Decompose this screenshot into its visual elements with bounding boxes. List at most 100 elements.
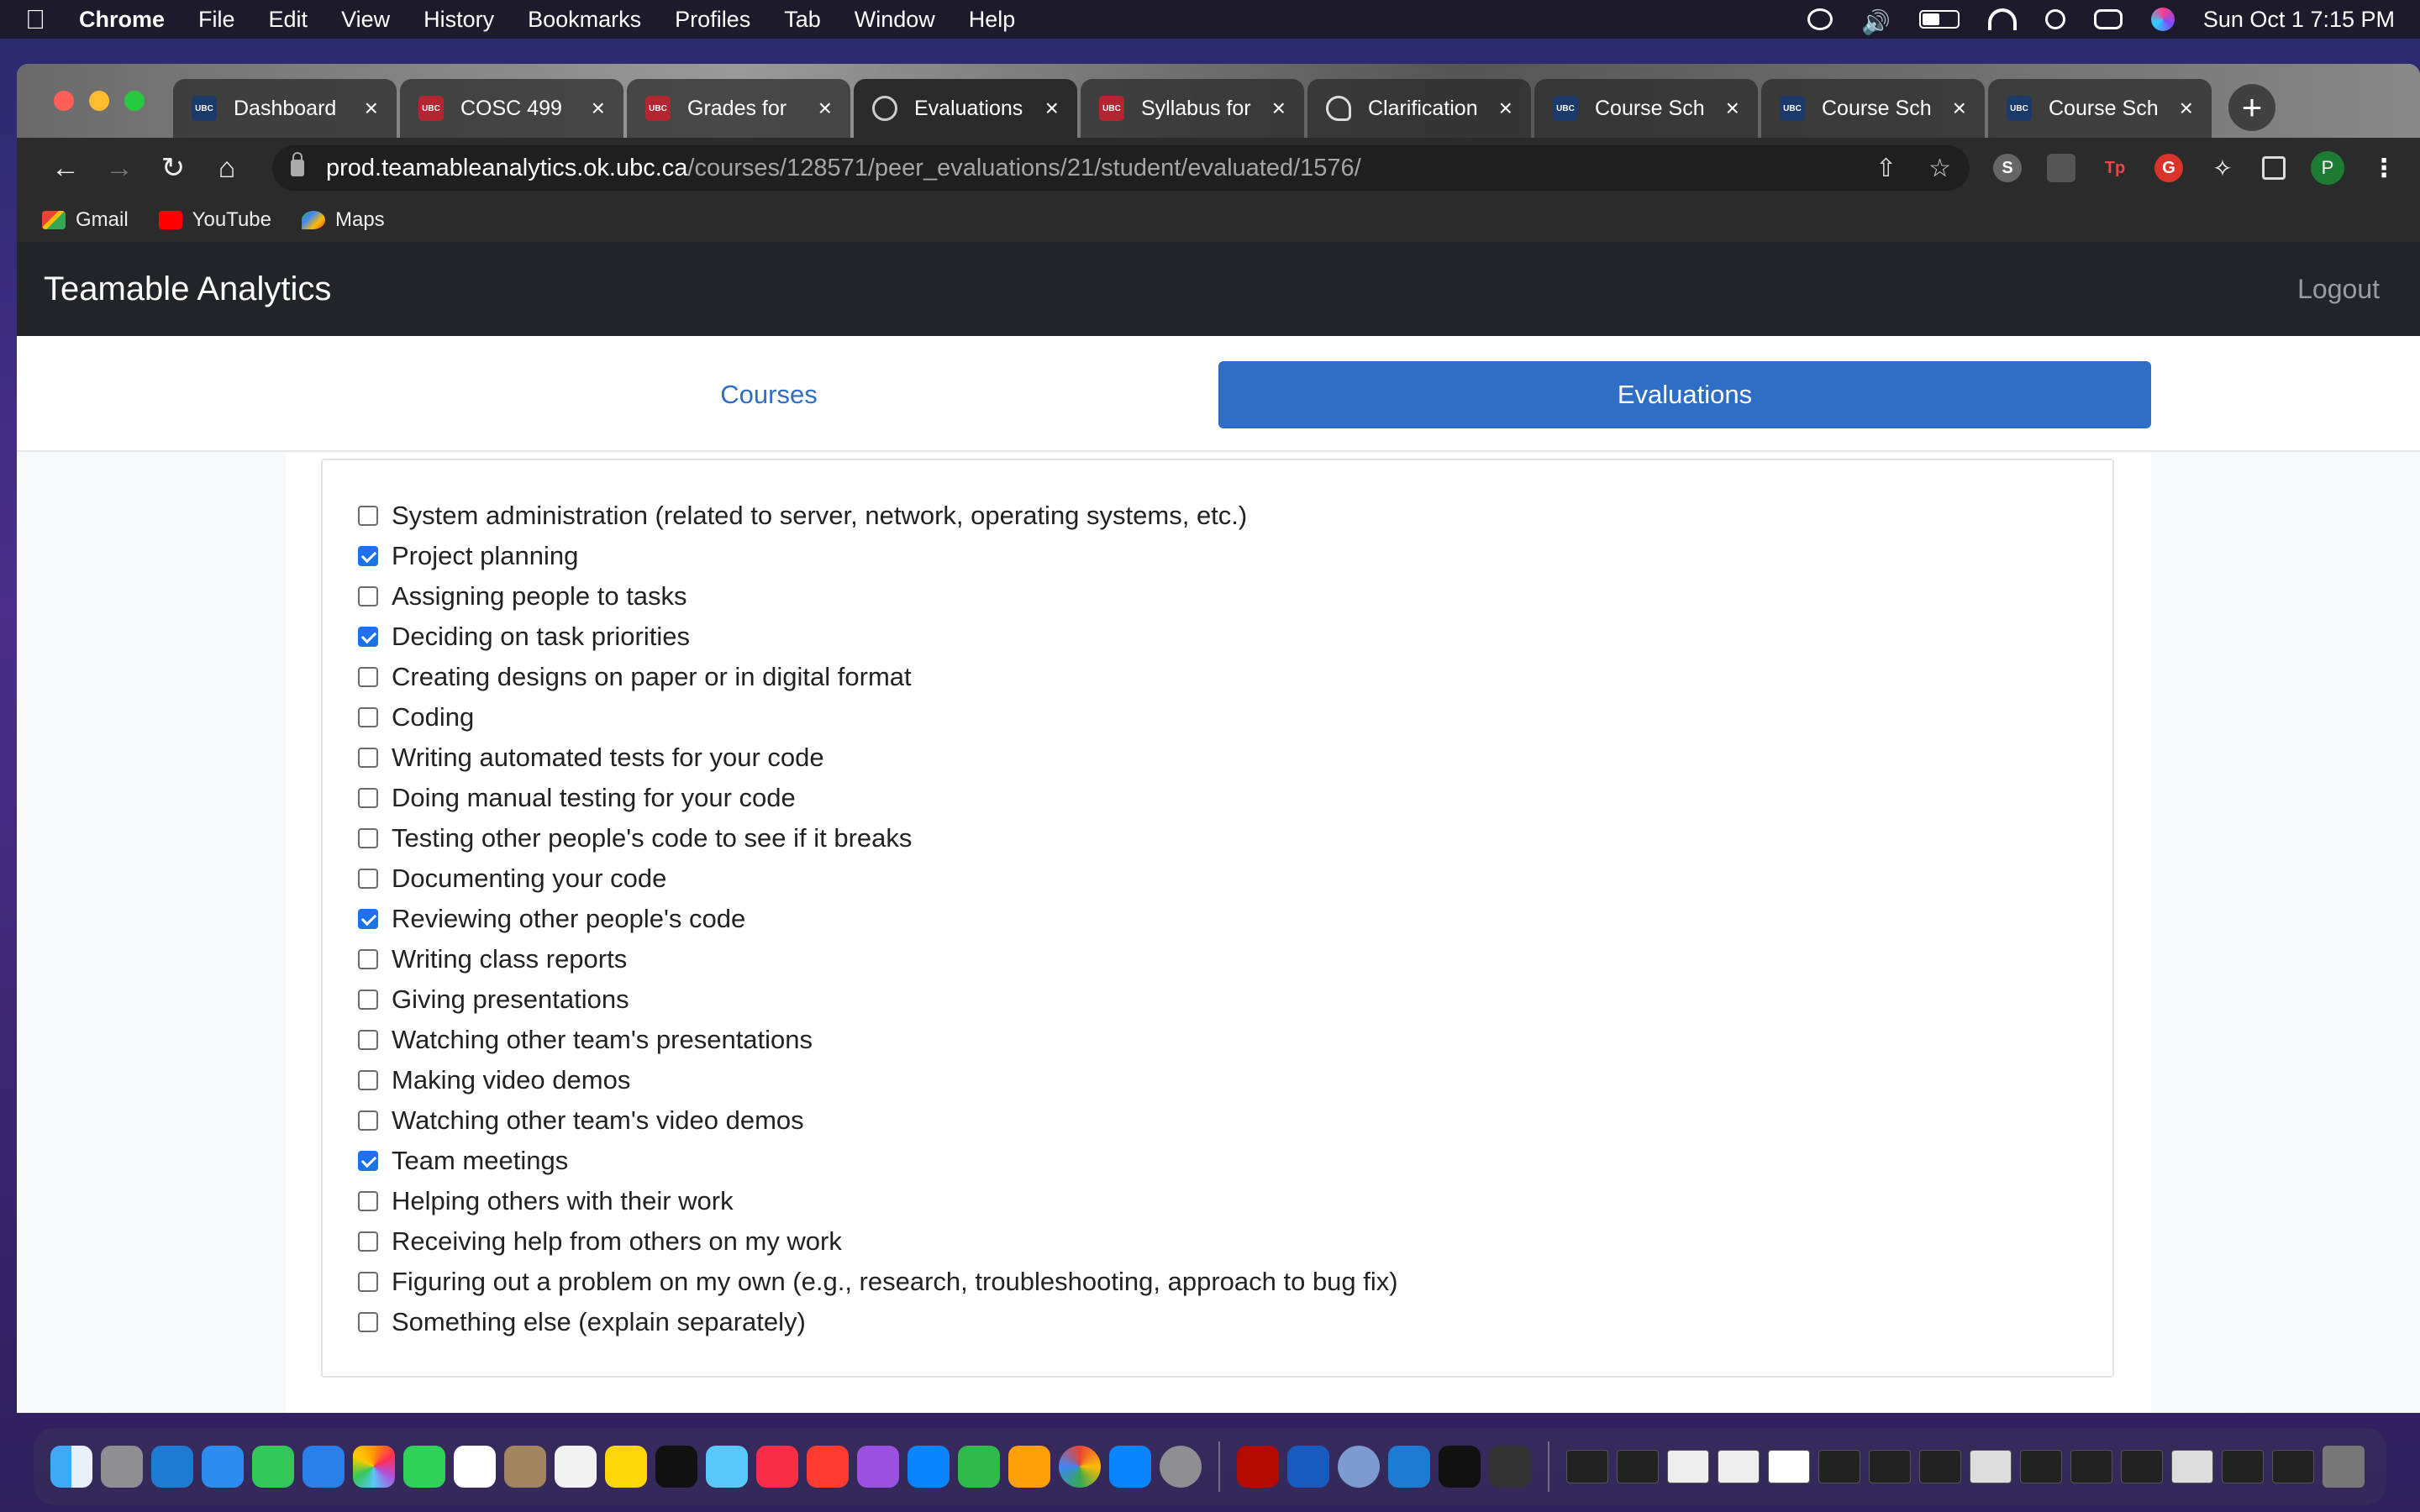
checkbox[interactable] <box>358 748 378 768</box>
menu-view[interactable]: View <box>341 7 390 33</box>
control-center-icon[interactable] <box>2093 9 2123 29</box>
mail-icon[interactable] <box>302 1446 345 1488</box>
app-icon[interactable] <box>1489 1446 1531 1488</box>
shield-extension-icon[interactable] <box>2047 154 2075 182</box>
bookmark-youtube[interactable]: YouTube <box>158 208 271 232</box>
tab-course-schedule-3[interactable]: UBC Course Sch × <box>1988 79 2212 138</box>
minimized-window[interactable] <box>1970 1450 2012 1483</box>
launchpad-icon[interactable] <box>101 1446 143 1488</box>
checkbox[interactable] <box>358 1030 378 1050</box>
activity-option[interactable]: Writing class reports <box>358 939 1398 979</box>
minimized-window[interactable] <box>2070 1450 2112 1483</box>
minimized-window[interactable] <box>1667 1450 1709 1483</box>
word-icon[interactable] <box>1287 1446 1329 1488</box>
photos-icon[interactable] <box>353 1446 395 1488</box>
activity-option[interactable]: Watching other team's video demos <box>358 1100 1398 1141</box>
spotlight-search-icon[interactable] <box>2044 9 2065 29</box>
checkbox[interactable] <box>358 788 378 808</box>
numbers-icon[interactable] <box>958 1446 1000 1488</box>
menu-file[interactable]: File <box>198 7 235 33</box>
activity-option[interactable]: Assigning people to tasks <box>358 576 1398 617</box>
tab-evaluations[interactable]: Evaluations × <box>854 79 1077 138</box>
minimized-window[interactable] <box>1869 1450 1911 1483</box>
tab-close-icon[interactable]: × <box>1953 95 1966 122</box>
activity-option[interactable]: Figuring out a problem on my own (e.g., … <box>358 1262 1398 1302</box>
minimized-window[interactable] <box>1718 1450 1760 1483</box>
menu-profiles[interactable]: Profiles <box>675 7 750 33</box>
activity-option[interactable]: Giving presentations <box>358 979 1398 1020</box>
checkbox[interactable] <box>358 667 378 687</box>
terminal-icon[interactable] <box>1439 1446 1481 1488</box>
tab-close-icon[interactable]: × <box>365 95 378 122</box>
activity-option[interactable]: Team meetings <box>358 1141 1398 1181</box>
activity-option[interactable]: System administration (related to server… <box>358 496 1398 536</box>
music-icon[interactable] <box>756 1446 798 1488</box>
activity-option[interactable]: Something else (explain separately) <box>358 1302 1398 1342</box>
activity-option[interactable]: Watching other team's presentations <box>358 1020 1398 1060</box>
minimized-window[interactable] <box>2171 1450 2213 1483</box>
lock-icon[interactable] <box>291 152 304 176</box>
keynote-icon[interactable] <box>908 1446 950 1488</box>
notes-icon[interactable] <box>605 1446 647 1488</box>
minimized-window[interactable] <box>2020 1450 2062 1483</box>
menu-history[interactable]: History <box>424 7 494 33</box>
vscode-icon[interactable] <box>1388 1446 1430 1488</box>
maps-app-icon[interactable] <box>706 1446 748 1488</box>
activity-option[interactable]: Documenting your code <box>358 858 1398 899</box>
tab-close-icon[interactable]: × <box>1726 95 1739 122</box>
calendar-icon[interactable] <box>454 1446 496 1488</box>
tab-course-schedule-1[interactable]: UBC Course Sch × <box>1534 79 1758 138</box>
contacts-icon[interactable] <box>504 1446 546 1488</box>
apple-tv-icon[interactable] <box>655 1446 697 1488</box>
checkbox[interactable] <box>358 1191 378 1211</box>
bookmark-star-icon[interactable]: ☆ <box>1928 154 1951 183</box>
tab-close-icon[interactable]: × <box>1499 95 1512 122</box>
activity-option[interactable]: Deciding on task priorities <box>358 617 1398 657</box>
bookmark-gmail[interactable]: Gmail <box>42 208 129 232</box>
apple-menu-icon[interactable]:  <box>25 4 45 35</box>
tab-grades[interactable]: UBC Grades for × <box>627 79 850 138</box>
minimized-window[interactable] <box>2272 1450 2314 1483</box>
menu-bookmarks[interactable]: Bookmarks <box>528 7 641 33</box>
battery-icon[interactable] <box>1918 10 1960 29</box>
r-icon[interactable] <box>1338 1446 1380 1488</box>
system-settings-icon[interactable] <box>1160 1446 1202 1488</box>
checkbox-checked[interactable] <box>358 627 378 647</box>
checkbox[interactable] <box>358 1272 378 1292</box>
finder-icon[interactable] <box>50 1446 92 1488</box>
checkbox-checked[interactable] <box>358 1151 378 1171</box>
minimize-window-button[interactable] <box>89 91 109 111</box>
activity-option[interactable]: Doing manual testing for your code <box>358 778 1398 818</box>
activity-option[interactable]: Creating designs on paper or in digital … <box>358 657 1398 697</box>
chrome-icon[interactable] <box>1059 1446 1101 1488</box>
wifi-icon[interactable] <box>1987 8 2017 30</box>
checkbox[interactable] <box>358 1312 378 1332</box>
kebab-menu-icon[interactable]: ⋮ <box>2370 154 2398 182</box>
siri-icon[interactable] <box>2150 8 2175 31</box>
tab-dashboard[interactable]: UBC Dashboard × <box>173 79 397 138</box>
grammarly-extension-icon[interactable]: G <box>2154 154 2183 182</box>
creative-cloud-icon[interactable] <box>1807 8 1833 30</box>
tab-evaluations-active[interactable]: Evaluations <box>1218 361 2151 428</box>
checkbox[interactable] <box>358 990 378 1010</box>
puzzle-extensions-icon[interactable]: ✧ <box>2208 154 2237 182</box>
home-icon[interactable]: ⌂ <box>200 152 254 185</box>
new-tab-button[interactable]: + <box>2228 84 2275 131</box>
news-icon[interactable] <box>807 1446 849 1488</box>
tab-course-schedule-2[interactable]: UBC Course Sch × <box>1761 79 1985 138</box>
menu-edit[interactable]: Edit <box>269 7 308 33</box>
podcasts-icon[interactable] <box>857 1446 899 1488</box>
app-store-icon[interactable] <box>1109 1446 1151 1488</box>
menu-app-name[interactable]: Chrome <box>79 7 165 33</box>
safari-icon[interactable] <box>202 1446 244 1488</box>
checkbox[interactable] <box>358 506 378 526</box>
reload-icon[interactable]: ↻ <box>146 151 200 185</box>
share-icon[interactable]: ⇧ <box>1876 154 1897 183</box>
minimized-window[interactable] <box>2121 1450 2163 1483</box>
activity-option[interactable]: Coding <box>358 697 1398 738</box>
activity-option[interactable]: Project planning <box>358 536 1398 576</box>
activity-option[interactable]: Receiving help from others on my work <box>358 1221 1398 1262</box>
tab-courses[interactable]: Courses <box>378 361 1160 428</box>
checkbox[interactable] <box>358 828 378 848</box>
checkbox[interactable] <box>358 1110 378 1131</box>
